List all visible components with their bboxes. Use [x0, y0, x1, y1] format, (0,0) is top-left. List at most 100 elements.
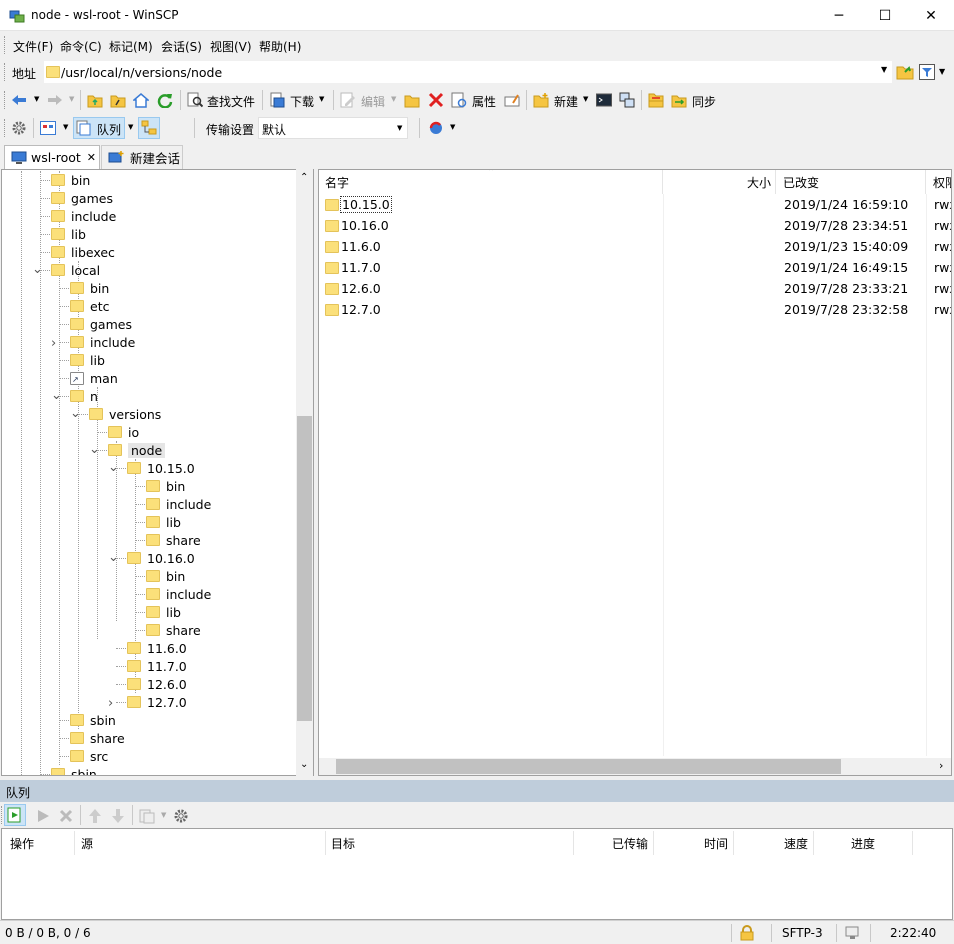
tree-item[interactable]: bin — [146, 567, 185, 585]
tree-item[interactable]: 12.6.0 — [127, 675, 187, 693]
address-dropdown-icon[interactable]: ▼ — [881, 65, 887, 74]
tree-item[interactable]: node — [108, 441, 166, 459]
find-files-button[interactable]: 查找文件 — [207, 93, 255, 110]
menu-view[interactable]: 视图(V) — [210, 38, 252, 55]
tree-item[interactable]: include — [146, 585, 211, 603]
download-icon[interactable] — [269, 92, 285, 108]
preferences-gear-icon[interactable] — [11, 120, 27, 136]
synchronize-icon[interactable] — [671, 92, 687, 108]
tree-toggle-button[interactable] — [138, 117, 160, 139]
layout-dropdown-icon[interactable]: ▼ — [63, 123, 68, 131]
collapse-chevron-icon[interactable]: ⌄ — [108, 550, 119, 565]
edit-button[interactable]: 编辑 — [361, 93, 385, 110]
find-files-icon[interactable] — [187, 92, 203, 108]
queue-preferences-gear-icon[interactable] — [173, 808, 189, 824]
rename-icon[interactable] — [504, 92, 520, 108]
tree-item[interactable]: libexec — [51, 243, 115, 261]
queue-toggle-button[interactable]: 队列 — [73, 117, 125, 139]
forward-arrow-icon[interactable] — [47, 92, 63, 108]
tree-item[interactable]: include — [70, 333, 135, 351]
tree-item[interactable]: lib — [51, 225, 86, 243]
transfer-settings-select[interactable]: 默认 ▼ — [258, 117, 408, 139]
cancel-icon[interactable] — [58, 808, 74, 824]
tree-item[interactable]: lib — [146, 603, 181, 621]
queue-column-transferred[interactable]: 已传输 — [612, 835, 648, 852]
tree-item[interactable]: share — [146, 531, 201, 549]
queue-column-source[interactable]: 源 — [81, 835, 93, 852]
console-icon[interactable] — [596, 92, 612, 108]
minimize-button[interactable]: ─ — [816, 0, 862, 31]
transfer-options-icon[interactable] — [428, 120, 444, 136]
tree-item[interactable]: versions — [89, 405, 161, 423]
new-icon[interactable] — [533, 92, 549, 108]
download-dropdown-icon[interactable]: ▼ — [319, 95, 324, 103]
collapse-chevron-icon[interactable]: ⌄ — [70, 406, 81, 421]
putty-icon[interactable] — [619, 92, 635, 108]
file-row[interactable]: 12.6.0 2019/7/28 23:33:21 rwx — [319, 278, 951, 299]
new-dropdown-icon[interactable]: ▼ — [583, 95, 588, 103]
menu-help[interactable]: 帮助(H) — [259, 38, 301, 55]
open-folder-icon[interactable] — [896, 63, 914, 81]
tree-item[interactable]: 10.15.0 — [127, 459, 195, 477]
filter-dropdown-icon[interactable]: ▼ — [939, 67, 945, 76]
edit-dropdown-icon[interactable]: ▼ — [391, 95, 396, 103]
tree-item[interactable]: bin — [70, 279, 109, 297]
queue-column-progress[interactable]: 进度 — [851, 835, 875, 852]
tree-item[interactable]: sbin — [51, 765, 97, 775]
play-icon[interactable] — [35, 808, 51, 824]
directory-tree[interactable]: bin games include lib libexec ⌄ local bin etc gam… — [1, 169, 314, 776]
back-dropdown-icon[interactable]: ▼ — [34, 95, 39, 103]
tree-item[interactable]: etc — [70, 297, 109, 315]
file-row[interactable]: 10.16.0 2019/7/28 23:34:51 rwx — [319, 215, 951, 236]
synchronize-button[interactable]: 同步 — [692, 93, 716, 110]
menu-session[interactable]: 会话(S) — [161, 38, 202, 55]
tree-item[interactable]: n — [70, 387, 98, 405]
tree-item[interactable]: io — [108, 423, 139, 441]
tab-close-icon[interactable]: ✕ — [87, 151, 96, 164]
address-input[interactable]: /usr/local/n/versions/node — [44, 61, 892, 83]
tree-item[interactable]: lib — [146, 513, 181, 531]
file-list[interactable]: 名字 ⌃ 大小 已改变 权限 10.15.0 2019/1/24 16:59:10… — [318, 169, 952, 776]
tree-item[interactable]: share — [70, 729, 125, 747]
lock-icon[interactable] — [740, 925, 754, 941]
scroll-down-icon[interactable]: ⌄ — [300, 759, 308, 770]
collapse-chevron-icon[interactable]: ⌄ — [51, 388, 62, 403]
maximize-button[interactable]: ☐ — [862, 0, 908, 31]
filter-icon[interactable] — [919, 64, 935, 80]
menu-mark[interactable]: 标记(M) — [109, 38, 153, 55]
close-button[interactable]: ✕ — [908, 0, 954, 31]
tree-item[interactable]: ↗ man — [70, 369, 118, 387]
tree-vertical-scrollbar[interactable]: ⌃ ⌄ — [296, 169, 313, 776]
menu-file[interactable]: 文件(F) — [13, 38, 53, 55]
tree-item[interactable]: src — [70, 747, 108, 765]
forward-dropdown-icon[interactable]: ▼ — [69, 95, 74, 103]
transfer-options-dropdown-icon[interactable]: ▼ — [450, 123, 455, 131]
properties-icon[interactable] — [451, 92, 467, 108]
tree-item[interactable]: share — [146, 621, 201, 639]
expand-chevron-icon[interactable]: › — [108, 696, 113, 711]
queue-list[interactable]: 操作 源 目标 已传输 时间 速度 进度 — [1, 828, 953, 920]
tree-item[interactable]: bin — [146, 477, 185, 495]
column-header-modified[interactable]: 已改变 — [776, 170, 926, 194]
parent-folder-icon[interactable] — [87, 92, 103, 108]
tree-item[interactable]: 11.7.0 — [127, 657, 187, 675]
scrollbar-thumb[interactable] — [297, 416, 312, 721]
tree-item[interactable]: games — [70, 315, 132, 333]
download-button[interactable]: 下载 — [290, 93, 314, 110]
back-arrow-icon[interactable] — [11, 92, 27, 108]
scroll-up-icon[interactable]: ⌃ — [300, 172, 308, 183]
file-row[interactable]: 11.7.0 2019/1/24 16:49:15 rwx — [319, 257, 951, 278]
tree-item[interactable]: include — [51, 207, 116, 225]
file-row[interactable]: 10.15.0 2019/1/24 16:59:10 rwx — [319, 194, 951, 215]
tree-item[interactable]: local — [51, 261, 100, 279]
tree-item[interactable]: include — [146, 495, 211, 513]
tab-new-session[interactable]: 新建会话 — [101, 145, 183, 169]
column-header-permissions[interactable]: 权限 — [926, 170, 951, 194]
tree-item[interactable]: lib — [70, 351, 105, 369]
home-icon[interactable] — [133, 92, 149, 108]
queue-column-target[interactable]: 目标 — [331, 835, 355, 852]
refresh-icon[interactable] — [157, 92, 173, 108]
file-horizontal-scrollbar[interactable]: › — [319, 758, 951, 775]
properties-button[interactable]: 属性 — [472, 93, 496, 110]
delete-icon[interactable] — [428, 92, 444, 108]
